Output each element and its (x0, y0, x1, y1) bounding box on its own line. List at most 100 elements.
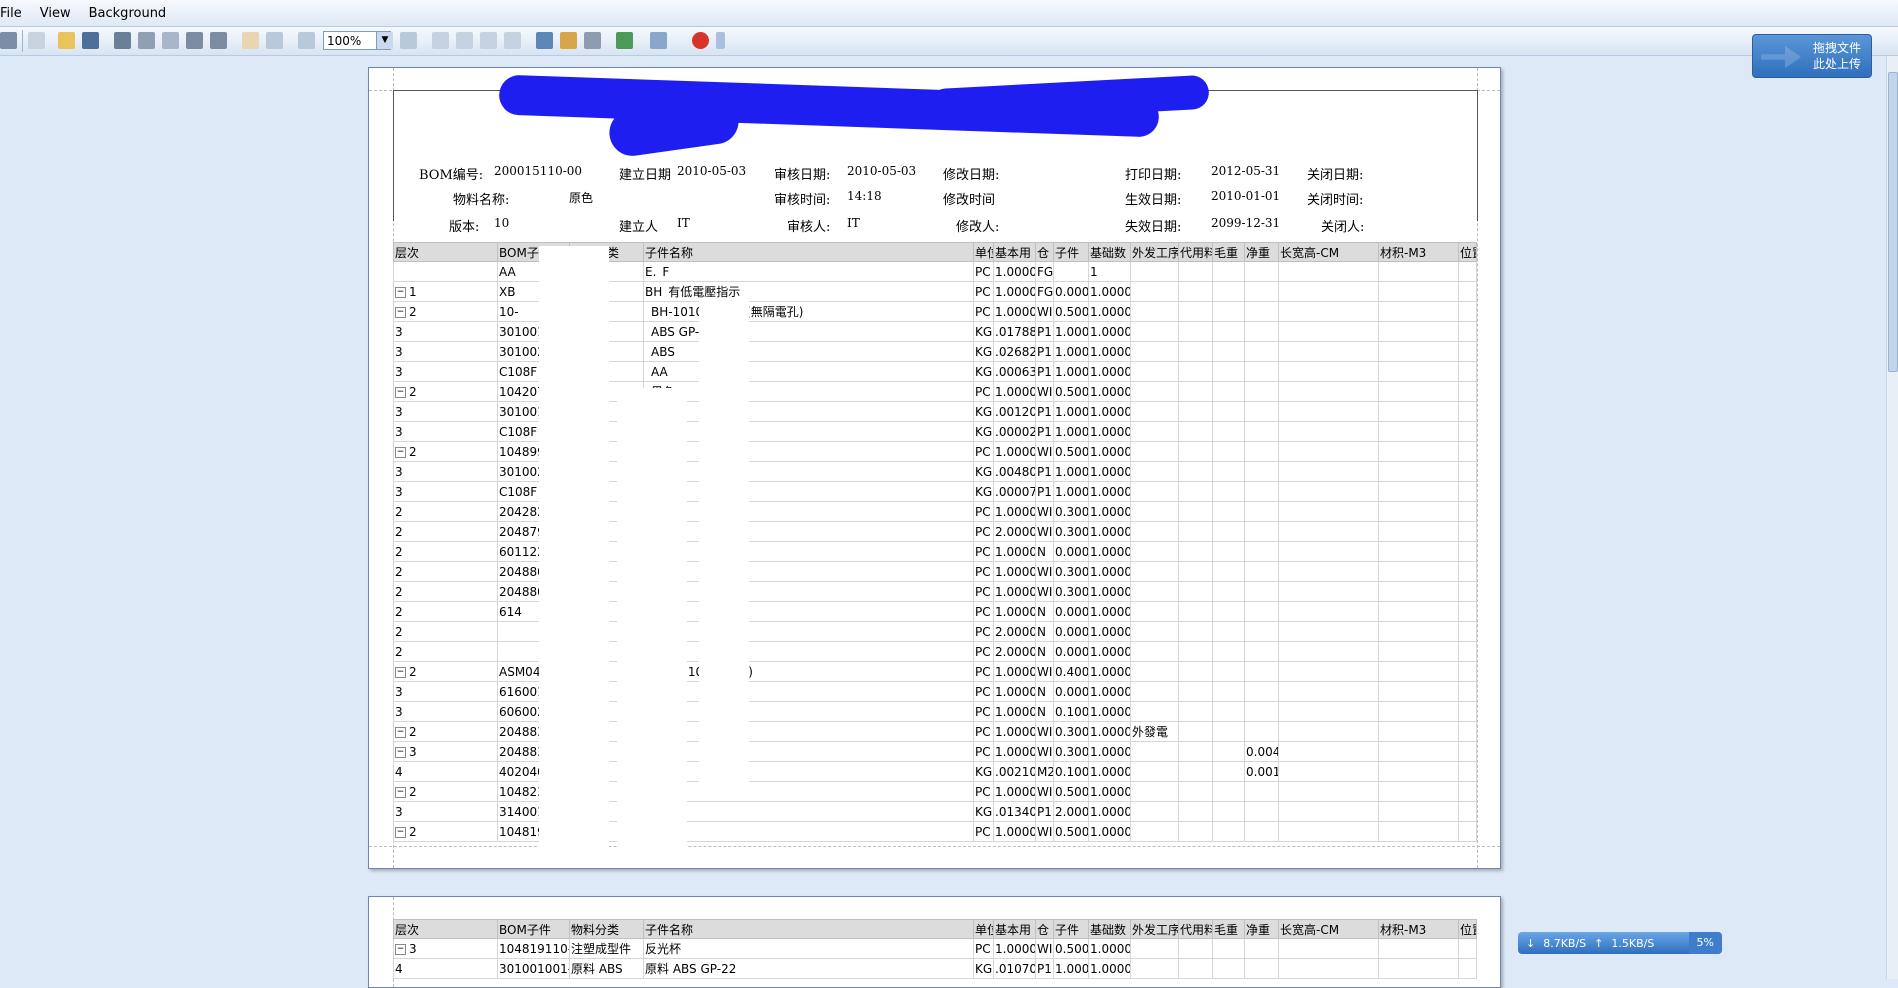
previous-page-icon[interactable] (456, 32, 473, 49)
volume-cell (1378, 521, 1459, 542)
warehouse-cell: WI (1035, 741, 1054, 762)
base-qty-cell: 1.0000 (993, 661, 1036, 682)
gross-weight-cell (1212, 701, 1245, 722)
collapse-toggle-icon[interactable]: − (395, 943, 406, 955)
unit-cell: PC (973, 821, 994, 842)
multi-page-icon[interactable] (210, 32, 227, 49)
watermark-icon[interactable] (584, 32, 601, 49)
warehouse-cell: P1 (1035, 401, 1054, 422)
name-cell: 膠塊 (643, 441, 974, 462)
collapse-toggle-icon[interactable]: − (395, 826, 406, 838)
base-count-cell: 1.0000 (1088, 341, 1131, 362)
base-count-cell: 1.0000 (1088, 781, 1131, 802)
find-icon[interactable] (0, 32, 17, 49)
vertical-scrollbar[interactable] (1886, 56, 1898, 979)
column-header: 子件 (1053, 242, 1089, 262)
collapse-toggle-icon[interactable]: − (395, 446, 406, 458)
menu-file[interactable]: File (0, 6, 31, 21)
dimensions-cell (1278, 681, 1379, 702)
name-cell: ABS GP-22 韓國 (643, 321, 974, 342)
toc-icon[interactable] (28, 32, 45, 49)
next-page-icon[interactable] (480, 32, 497, 49)
dimensions-cell (1278, 761, 1379, 782)
position-cell (1458, 821, 1477, 842)
net-weight-cell (1244, 541, 1279, 562)
toolbar-options-icon[interactable] (716, 32, 725, 49)
page-layout-icon[interactable] (186, 32, 203, 49)
outsourced-cell (1130, 958, 1179, 979)
level-label: 1 (409, 284, 417, 299)
volume-cell (1378, 381, 1459, 402)
level-label: 4 (395, 961, 403, 976)
position-cell (1458, 461, 1477, 482)
collapse-toggle-icon[interactable]: − (395, 306, 406, 318)
dimensions-cell (1278, 341, 1379, 362)
zoom-in-icon[interactable] (400, 32, 417, 49)
menu-background[interactable]: Background (80, 6, 176, 21)
print-icon[interactable] (138, 32, 155, 49)
outsourced-cell (1130, 361, 1179, 382)
collapse-toggle-icon[interactable]: − (395, 386, 406, 398)
net-weight-cell (1244, 441, 1279, 462)
substitute-cell (1178, 781, 1213, 802)
column-header: 子件 (1053, 919, 1089, 939)
warehouse-cell: WI (1035, 781, 1054, 802)
level-cell: 3 (393, 341, 498, 362)
save-icon[interactable] (82, 32, 99, 49)
net-weight-cell (1244, 521, 1279, 542)
dimensions-cell (1278, 641, 1379, 662)
chevron-down-icon[interactable]: ▼ (376, 32, 393, 49)
magnifier-icon[interactable] (266, 32, 283, 49)
created-date-label: 建立日期 (619, 168, 672, 183)
collapse-toggle-icon[interactable]: − (395, 666, 406, 678)
position-cell (1458, 321, 1477, 342)
collapse-toggle-icon[interactable]: − (395, 286, 406, 298)
base-qty-cell: 2.0000 (993, 641, 1036, 662)
sub-qty-cell: 0.500 (1053, 381, 1089, 402)
collapse-toggle-icon[interactable]: − (395, 746, 406, 758)
collapse-toggle-icon[interactable]: − (395, 726, 406, 738)
gross-weight-cell (1212, 501, 1245, 522)
collapse-toggle-icon[interactable]: − (395, 786, 406, 798)
level-cell: 3 (393, 801, 498, 822)
export-icon[interactable] (616, 32, 633, 49)
hand-tool-icon[interactable] (242, 32, 259, 49)
warehouse-cell: M2 (1035, 761, 1054, 782)
column-header: 仓 (1035, 242, 1054, 262)
outsourced-cell (1130, 741, 1179, 762)
backward-icon[interactable] (536, 32, 553, 49)
name-cell (643, 681, 974, 702)
close-preview-icon[interactable] (692, 32, 709, 49)
base-count-cell: 1.0000 (1088, 361, 1131, 382)
name-cell: 黑色 (643, 381, 974, 402)
volume-cell (1378, 261, 1459, 282)
net-weight-cell (1244, 561, 1279, 582)
redaction-whiteout (617, 388, 687, 858)
drag-upload-panel[interactable]: 拖拽文件 此处上传 (1752, 34, 1872, 78)
level-cell: 2 (393, 621, 498, 642)
network-status-widget[interactable]: ↓ 8.7KB/S ↑ 1.5KB/S 5% (1518, 932, 1722, 954)
outsourced-cell (1130, 641, 1179, 662)
print-preview-icon[interactable] (162, 32, 179, 49)
level-cell: −2 (393, 441, 498, 462)
page-setup-icon[interactable] (114, 32, 131, 49)
gross-weight-cell (1212, 761, 1245, 782)
forward-icon[interactable] (560, 32, 577, 49)
outsourced-cell: 外發電 (1130, 721, 1179, 742)
warehouse-cell: WI (1035, 521, 1054, 542)
name-cell (643, 741, 974, 762)
report-page-1: BOM编号: 200015110-00 建立日期 2010-05-03 审核日期… (368, 67, 1501, 869)
menu-view[interactable]: View (31, 6, 80, 21)
first-page-icon[interactable] (432, 32, 449, 49)
base-count-cell: 1.0000 (1088, 601, 1131, 622)
table-header-row: 层次 BOM子件 物料分类 子件名称 单位 基本用 仓 子件 基础数 外发工序 … (393, 919, 1477, 939)
level-label: 2 (395, 524, 403, 539)
outsourced-cell (1130, 481, 1179, 502)
column-header: 子件名称 (643, 242, 974, 262)
substitute-cell (1178, 661, 1213, 682)
last-page-icon[interactable] (504, 32, 521, 49)
zoom-out-icon[interactable] (298, 32, 315, 49)
open-icon[interactable] (58, 32, 75, 49)
scrollbar-thumb[interactable] (1888, 72, 1898, 372)
send-email-icon[interactable] (650, 32, 667, 49)
